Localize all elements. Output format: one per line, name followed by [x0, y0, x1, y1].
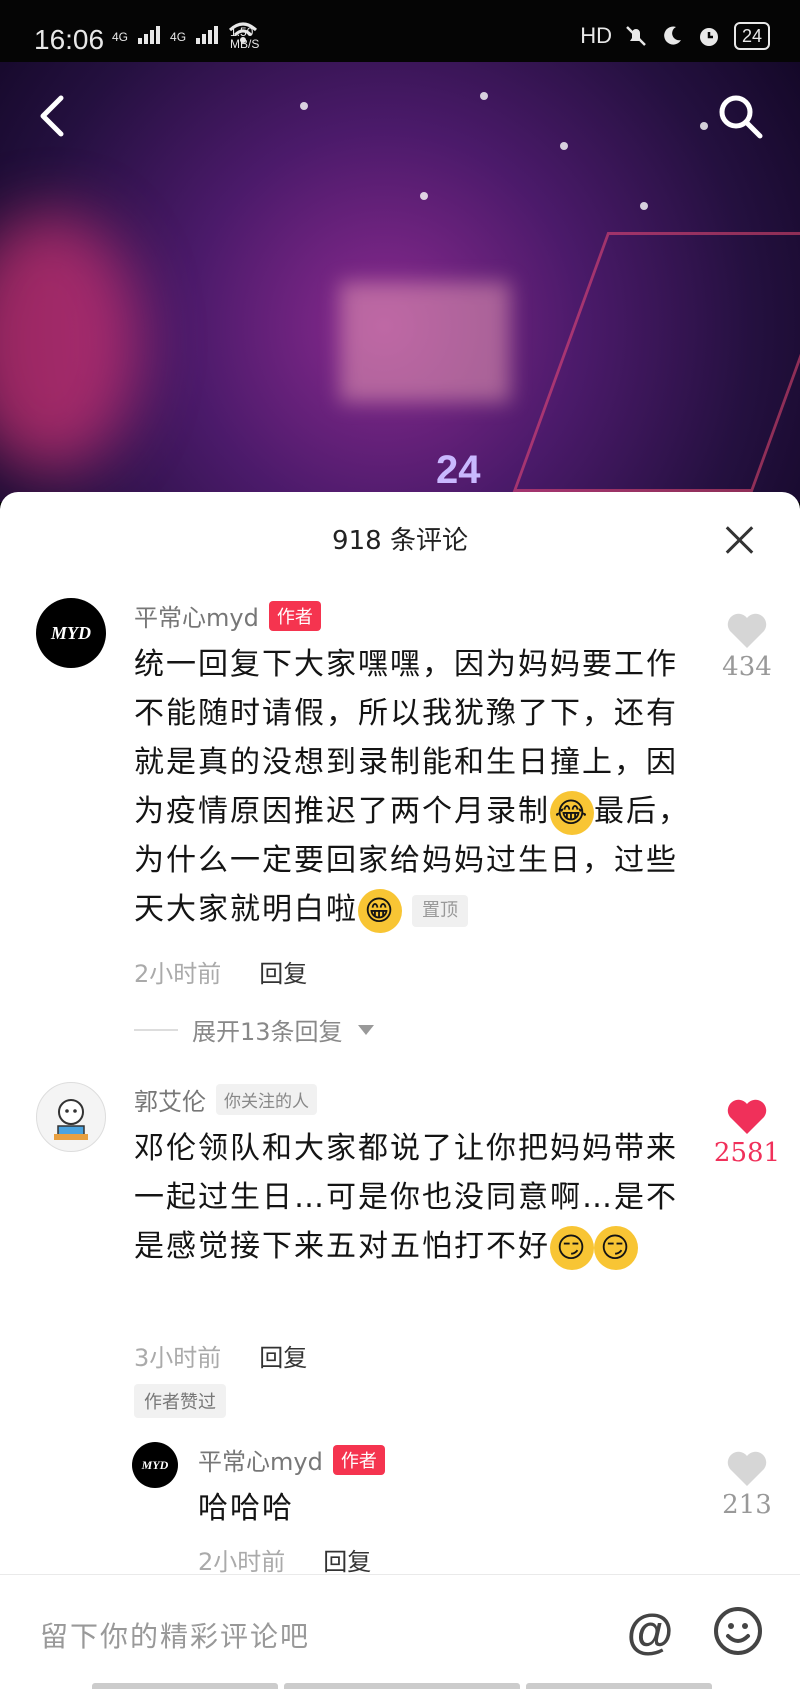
alarm-icon: [699, 28, 718, 46]
heart-icon: [727, 1451, 767, 1486]
reply-text[interactable]: 哈哈哈: [198, 1484, 678, 1533]
nav-indicator: [92, 1683, 278, 1689]
jersey-number: 24: [436, 448, 481, 492]
stage-light: [700, 122, 708, 130]
stage-light: [300, 102, 308, 110]
stage-truss: [512, 232, 800, 492]
network-label-1: 4G: [112, 30, 129, 44]
nav-indicator: [284, 1683, 520, 1689]
mention-button[interactable]: @: [620, 1603, 680, 1663]
author-tag: 作者: [332, 1444, 385, 1475]
net-speed-unit: MB/S: [230, 37, 260, 51]
stage-glow: [0, 212, 140, 472]
signal-icon-2: [196, 26, 219, 44]
status-right: HD 24: [580, 22, 770, 50]
stage-light: [420, 192, 428, 200]
reply-author-row: 平常心myd 作者: [198, 1442, 385, 1477]
smiley-icon: [714, 1607, 762, 1655]
mute-icon: [626, 26, 646, 46]
stage-light: [560, 142, 568, 150]
reply-item: MYD 平常心myd 作者 哈哈哈 2小时前 回复 213: [0, 492, 800, 1576]
nav-indicator: [526, 1683, 712, 1689]
search-icon: [719, 95, 763, 139]
signal-icon: [138, 26, 161, 44]
like-count: 213: [722, 1490, 772, 1520]
emoji-button[interactable]: [712, 1605, 764, 1657]
net-speed: 1.50 MB/S: [230, 26, 259, 50]
reply-author-name[interactable]: 平常心myd: [198, 1442, 323, 1477]
back-arrow-icon: [40, 95, 64, 137]
moon-icon: [664, 26, 681, 45]
comment-input-bar: 留下你的精彩评论吧 @: [0, 1574, 800, 1689]
comment-input[interactable]: 留下你的精彩评论吧: [40, 1615, 310, 1655]
stage-light: [480, 92, 488, 100]
reply-meta: 2小时前 回复: [198, 1542, 371, 1577]
stage-screen: [340, 282, 510, 402]
status-time: 16:06: [34, 24, 105, 55]
reply-button[interactable]: 回复: [323, 1542, 371, 1577]
like-button[interactable]: 213: [712, 1450, 782, 1520]
stage-light: [640, 202, 648, 210]
avatar[interactable]: MYD: [132, 1442, 178, 1488]
video-background: 24: [0, 62, 800, 502]
network-label-2: 4G: [170, 30, 187, 44]
status-bar: 16:06 4G 4G 1.50 MB/S HD 24: [0, 0, 800, 62]
comment-sheet: 918 条评论 MYD 平常心myd 作者 统一回复下大家嘿嘿，因为妈妈要工作不…: [0, 492, 800, 1689]
back-button[interactable]: [24, 88, 80, 144]
battery-icon: 24: [733, 22, 770, 50]
reply-time: 2小时前: [198, 1548, 286, 1576]
hd-label: HD: [580, 23, 612, 48]
search-button[interactable]: [712, 88, 768, 144]
